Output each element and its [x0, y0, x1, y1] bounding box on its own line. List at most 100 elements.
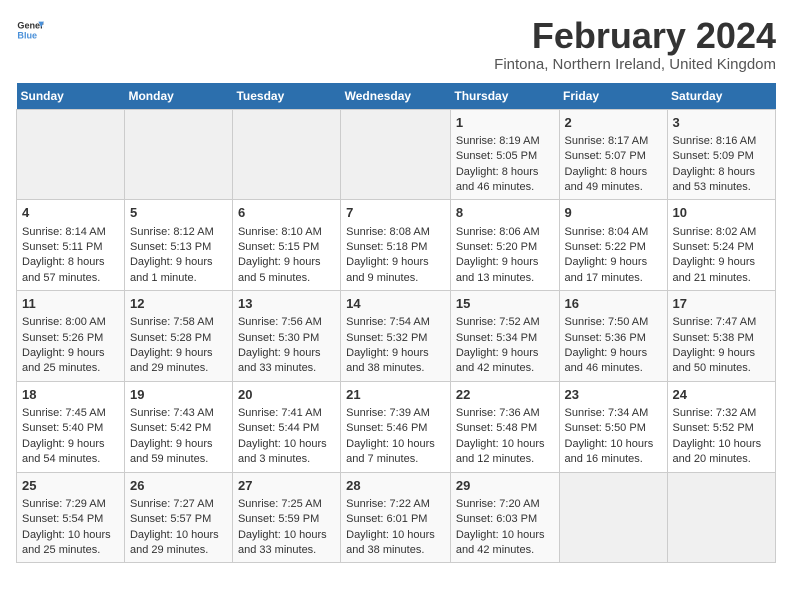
day-number: 9: [565, 204, 662, 222]
day-number: 26: [130, 477, 227, 495]
day-number: 8: [456, 204, 554, 222]
calendar-cell: 7Sunrise: 8:08 AMSunset: 5:18 PMDaylight…: [341, 200, 451, 291]
day-info: Daylight: 10 hours and 25 minutes.: [22, 528, 119, 559]
day-number: 10: [673, 204, 770, 222]
day-number: 29: [456, 477, 554, 495]
calendar-cell: [124, 109, 232, 200]
day-number: 14: [346, 295, 445, 313]
calendar-cell: 1Sunrise: 8:19 AMSunset: 5:05 PMDaylight…: [450, 109, 559, 200]
col-header-sunday: Sunday: [17, 83, 125, 110]
day-info: Sunrise: 8:14 AM: [22, 225, 119, 240]
day-info: Daylight: 9 hours and 54 minutes.: [22, 437, 119, 468]
day-info: Sunrise: 8:12 AM: [130, 225, 227, 240]
calendar-cell: [17, 109, 125, 200]
day-info: Daylight: 9 hours and 21 minutes.: [673, 255, 770, 286]
day-info: Sunset: 5:44 PM: [238, 421, 335, 436]
day-info: Sunset: 5:34 PM: [456, 331, 554, 346]
day-info: Sunset: 5:54 PM: [22, 512, 119, 527]
day-info: Daylight: 9 hours and 13 minutes.: [456, 255, 554, 286]
day-info: Sunrise: 7:36 AM: [456, 406, 554, 421]
day-info: Sunrise: 8:19 AM: [456, 134, 554, 149]
day-number: 25: [22, 477, 119, 495]
day-info: Sunset: 5:09 PM: [673, 149, 770, 164]
day-number: 6: [238, 204, 335, 222]
col-header-wednesday: Wednesday: [341, 83, 451, 110]
day-number: 22: [456, 386, 554, 404]
day-number: 19: [130, 386, 227, 404]
day-number: 3: [673, 114, 770, 132]
col-header-tuesday: Tuesday: [232, 83, 340, 110]
day-number: 27: [238, 477, 335, 495]
day-info: Sunset: 6:03 PM: [456, 512, 554, 527]
calendar-week-row: 11Sunrise: 8:00 AMSunset: 5:26 PMDayligh…: [17, 291, 776, 382]
day-number: 7: [346, 204, 445, 222]
title-section: February 2024 Fintona, Northern Ireland,…: [494, 16, 776, 73]
day-info: Sunrise: 7:41 AM: [238, 406, 335, 421]
day-info: Daylight: 9 hours and 46 minutes.: [565, 346, 662, 377]
day-info: Sunset: 5:42 PM: [130, 421, 227, 436]
day-info: Daylight: 10 hours and 29 minutes.: [130, 528, 227, 559]
day-info: Sunrise: 8:06 AM: [456, 225, 554, 240]
day-info: Daylight: 10 hours and 42 minutes.: [456, 528, 554, 559]
day-number: 23: [565, 386, 662, 404]
day-number: 18: [22, 386, 119, 404]
day-info: Daylight: 9 hours and 29 minutes.: [130, 346, 227, 377]
header: General Blue February 2024 Fintona, Nort…: [16, 16, 776, 73]
day-info: Daylight: 9 hours and 50 minutes.: [673, 346, 770, 377]
day-info: Sunrise: 8:02 AM: [673, 225, 770, 240]
subtitle: Fintona, Northern Ireland, United Kingdo…: [494, 56, 776, 73]
day-info: Daylight: 10 hours and 33 minutes.: [238, 528, 335, 559]
day-info: Sunrise: 7:47 AM: [673, 315, 770, 330]
day-number: 24: [673, 386, 770, 404]
day-info: Daylight: 9 hours and 38 minutes.: [346, 346, 445, 377]
day-info: Daylight: 10 hours and 3 minutes.: [238, 437, 335, 468]
day-info: Daylight: 9 hours and 42 minutes.: [456, 346, 554, 377]
day-info: Sunrise: 7:43 AM: [130, 406, 227, 421]
calendar-cell: 29 Sunrise: 7:20 AMSunset: 6:03 PMDayligh…: [450, 472, 559, 563]
calendar-table: SundayMondayTuesdayWednesdayThursdayFrid…: [16, 83, 776, 564]
calendar-cell: 12Sunrise: 7:58 AMSunset: 5:28 PMDayligh…: [124, 291, 232, 382]
day-info: Sunrise: 8:10 AM: [238, 225, 335, 240]
day-info: Sunrise: 7:20 AM: [456, 497, 554, 512]
day-info: Sunrise: 7:27 AM: [130, 497, 227, 512]
day-info: Sunrise: 7:58 AM: [130, 315, 227, 330]
calendar-cell: 16Sunrise: 7:50 AMSunset: 5:36 PMDayligh…: [559, 291, 667, 382]
day-info: Daylight: 10 hours and 38 minutes.: [346, 528, 445, 559]
day-info: Sunset: 5:40 PM: [22, 421, 119, 436]
calendar-cell: 19Sunrise: 7:43 AMSunset: 5:42 PMDayligh…: [124, 381, 232, 472]
day-info: Sunset: 5:52 PM: [673, 421, 770, 436]
calendar-cell: 5Sunrise: 8:12 AMSunset: 5:13 PMDaylight…: [124, 200, 232, 291]
day-info: Sunset: 5:11 PM: [22, 240, 119, 255]
day-info: Sunrise: 7:29 AM: [22, 497, 119, 512]
day-info: Sunrise: 8:16 AM: [673, 134, 770, 149]
day-info: Sunrise: 7:34 AM: [565, 406, 662, 421]
day-number: 28: [346, 477, 445, 495]
day-info: Sunset: 5:18 PM: [346, 240, 445, 255]
calendar-cell: 24Sunrise: 7:32 AMSunset: 5:52 PMDayligh…: [667, 381, 775, 472]
day-number: 11: [22, 295, 119, 313]
day-info: Sunrise: 8:00 AM: [22, 315, 119, 330]
calendar-cell: 8Sunrise: 8:06 AMSunset: 5:20 PMDaylight…: [450, 200, 559, 291]
day-info: Sunset: 5:36 PM: [565, 331, 662, 346]
day-info: Sunrise: 7:50 AM: [565, 315, 662, 330]
day-info: Sunset: 5:24 PM: [673, 240, 770, 255]
calendar-cell: 20 Sunrise: 7:41 AMSunset: 5:44 PMDayligh…: [232, 381, 340, 472]
day-info: Sunrise: 7:45 AM: [22, 406, 119, 421]
calendar-week-row: 4 Sunrise: 8:14 AMSunset: 5:11 PM Daylight…: [17, 200, 776, 291]
logo: General Blue: [16, 16, 44, 44]
calendar-cell: 13Sunrise: 7:56 AMSunset: 5:30 PMDayligh…: [232, 291, 340, 382]
calendar-cell: 27Sunrise: 7:25 AMSunset: 5:59 PMDayligh…: [232, 472, 340, 563]
day-number: 20: [238, 386, 335, 404]
day-info: Sunrise: 7:22 AM: [346, 497, 445, 512]
day-info: Daylight: 9 hours and 25 minutes.: [22, 346, 119, 377]
day-number: 15: [456, 295, 554, 313]
day-info: Sunrise: 7:56 AM: [238, 315, 335, 330]
day-info: Sunset: 5:07 PM: [565, 149, 662, 164]
svg-text:Blue: Blue: [17, 30, 37, 40]
day-number: 1: [456, 114, 554, 132]
day-info: Daylight: 9 hours and 9 minutes.: [346, 255, 445, 286]
day-number: 4: [22, 204, 119, 222]
calendar-cell: [341, 109, 451, 200]
day-info: Daylight: 8 hours and 53 minutes.: [673, 165, 770, 196]
day-number: 17: [673, 295, 770, 313]
